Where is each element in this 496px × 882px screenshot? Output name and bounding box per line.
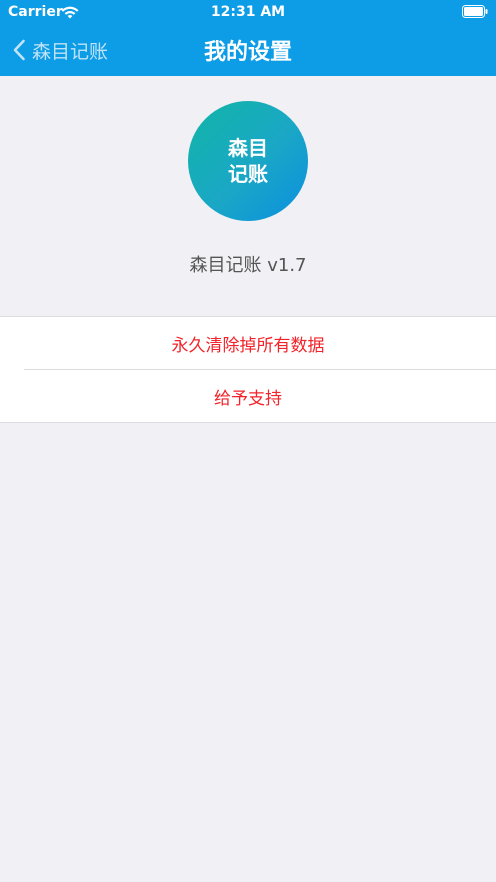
app-version: 森目记账 v1.7 (189, 255, 307, 276)
clear-all-data-button[interactable]: 永久清除掉所有数据 (0, 317, 496, 369)
app-logo: 森目 记账 (188, 101, 308, 221)
support-button[interactable]: 给予支持 (0, 370, 496, 422)
status-bar: Carrier 12:31 AM (0, 0, 496, 26)
battery-icon (462, 5, 488, 18)
app-logo-line2: 记账 (228, 162, 268, 186)
app-logo-line1: 森目 (228, 136, 268, 160)
header: Carrier 12:31 AM 森目记账 我的设置 (0, 0, 496, 76)
app-logo-text: 森目 记账 (218, 135, 278, 187)
navigation-bar: 森目记账 我的设置 (0, 26, 496, 76)
page-title: 我的设置 (203, 40, 292, 65)
status-time: 12:31 AM (210, 4, 286, 20)
settings-action-list: 永久清除掉所有数据 给予支持 (0, 316, 496, 423)
